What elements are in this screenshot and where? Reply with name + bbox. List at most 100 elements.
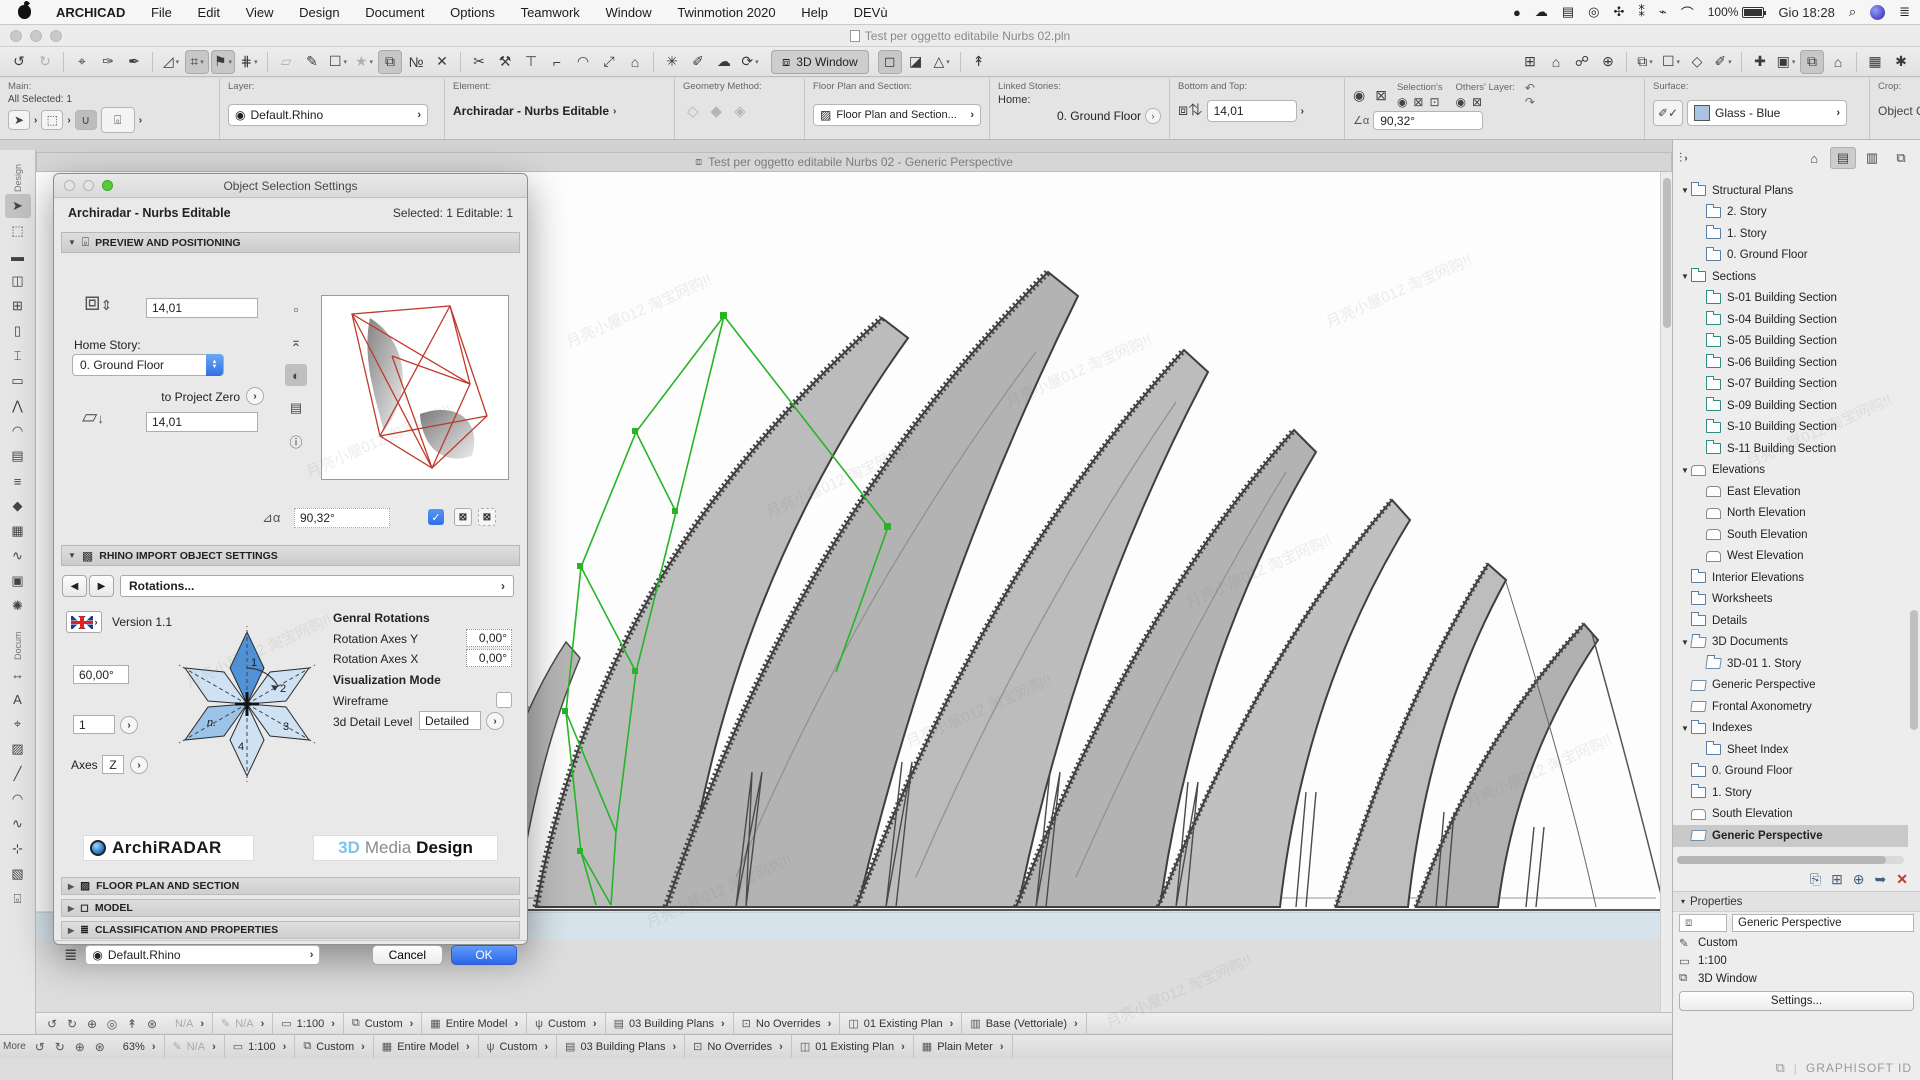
adjust-icon[interactable]: ⚒ [493, 50, 517, 74]
toolbox-group-document[interactable]: Docum [13, 620, 23, 660]
wifi-icon[interactable]: ⌒ [1681, 3, 1694, 22]
quick-option-segment[interactable]: ▤ 03 Building Plans [606, 1013, 734, 1034]
cloud-sync-icon[interactable]: ☁ [1535, 4, 1548, 20]
spotlight-icon[interactable]: ⌕ [1849, 4, 1856, 20]
cloud-copy-icon[interactable]: ☁ [712, 50, 736, 74]
navigator-tree-item[interactable]: South Elevation [1673, 524, 1908, 546]
guide-lines-icon[interactable]: ◿ [159, 50, 183, 74]
save-view-icon[interactable]: ➥ [1875, 871, 1887, 888]
groups-icon[interactable]: ⧉ [378, 50, 402, 74]
fill-tool-icon[interactable]: ▨ [5, 737, 31, 761]
rotation-y-field[interactable]: 0,00° [466, 629, 512, 647]
crop-value[interactable]: Object Crop... [1878, 104, 1920, 118]
dialog-angle-field[interactable]: 90,32° [294, 508, 390, 528]
inject-parameters-icon[interactable]: ✑ [96, 50, 120, 74]
snap-points-icon[interactable]: ⚑ [211, 50, 235, 74]
explode-icon[interactable]: ✳ [660, 50, 684, 74]
navigator-tree-item[interactable]: Sheet Index [1673, 739, 1908, 761]
layout-book-button[interactable]: ▥ [1859, 147, 1885, 169]
curtain-wall-tool-icon[interactable]: ▤ [5, 444, 31, 468]
menu-item[interactable]: Twinmotion 2020 [666, 5, 786, 20]
quick-option-segment[interactable]: ◫ 01 Existing Plan [840, 1013, 962, 1034]
language-flag-button[interactable]: › [66, 611, 102, 633]
menu-item[interactable]: Help [790, 5, 839, 20]
battery-indicator[interactable]: 100% [1708, 5, 1765, 19]
slab-tool-icon[interactable]: ▭ [5, 369, 31, 393]
home-icon[interactable]: ⌂ [623, 50, 647, 74]
windows-stack-icon[interactable]: ⧉ [1775, 1060, 1785, 1076]
screen-mirroring-icon[interactable]: ● [1513, 5, 1521, 20]
top-elevation-field[interactable]: 14,01 [146, 298, 258, 318]
duplicate-view-icon[interactable]: ⎘ [1810, 871, 1821, 888]
geometry-option-icon[interactable]: ◈ [734, 102, 746, 120]
home-story-select[interactable]: 0. Ground Floor ▲▼ [72, 354, 224, 376]
show-all-icon[interactable]: ⌂ [1826, 50, 1850, 74]
floorplan-display-dropdown[interactable]: ▨ Floor Plan and Section... › [813, 104, 981, 126]
navigator-tree-item[interactable]: 0. Ground Floor [1673, 761, 1908, 783]
fit-in-window-icon[interactable]: ⊛ [142, 1015, 162, 1033]
perspective-icon[interactable]: ◻ [878, 50, 902, 74]
marker-icon[interactable]: ⊕ [1596, 50, 1620, 74]
fit-in-window-icon[interactable]: ⊛ [90, 1038, 110, 1056]
undo-redo-icons[interactable]: ↶↷ [1525, 81, 1535, 109]
quick-option-segment[interactable]: ⧉ Custom [344, 1013, 422, 1034]
navigator-tree-item[interactable]: East Elevation [1673, 481, 1908, 503]
render-icon[interactable]: ▦ [1863, 50, 1887, 74]
shell-tool-icon[interactable]: ◠ [5, 419, 31, 443]
walk-mode-icon[interactable]: ↟ [967, 50, 991, 74]
rotations-page-dropdown[interactable]: Rotations...› [120, 575, 514, 597]
detail-level-chevron[interactable]: › [486, 712, 504, 730]
apple-menu-icon[interactable] [18, 5, 31, 19]
separator[interactable] [1626, 52, 1627, 72]
pen-set-row[interactable]: ✎ Custom [1673, 934, 1920, 952]
ungroup-icon[interactable]: ✕ [430, 50, 454, 74]
navigator-tree-item[interactable]: Worksheets [1673, 589, 1908, 611]
section-preview-positioning[interactable]: ▼ ⌻ PREVIEW AND POSITIONING [61, 232, 520, 253]
grid-snap-icon[interactable]: ⋕ [237, 50, 261, 74]
beam-tool-icon[interactable]: ⌶ [5, 344, 31, 368]
copy-picture-icon[interactable]: ⧉ [1800, 50, 1824, 74]
morph-icon[interactable]: ✐ [686, 50, 710, 74]
undo-icon[interactable]: ↺ [7, 50, 31, 74]
prev-page-button[interactable]: ◀ [62, 575, 87, 597]
quick-option-segment[interactable]: ▭ 1:100 [225, 1035, 296, 1058]
sector-count-field[interactable]: 1 [73, 715, 115, 734]
section-preview-icon[interactable]: ▤ [285, 397, 307, 419]
zoom-in-icon[interactable]: ⊕ [82, 1015, 102, 1033]
navigator-tree-item[interactable]: Indexes [1673, 718, 1908, 740]
add-picture-icon[interactable]: ⊞ [1831, 871, 1843, 888]
axes-field[interactable]: Z [102, 755, 124, 774]
navigator-tree-item[interactable]: Interior Elevations [1673, 567, 1908, 589]
layer-dropdown[interactable]: ◉ Default.Rhino › [228, 104, 428, 126]
zoom-forward-icon[interactable]: ↻ [50, 1038, 70, 1056]
split-icon[interactable]: ✂ [467, 50, 491, 74]
quick-option-segment[interactable]: ◫ 01 Existing Plan [792, 1035, 914, 1058]
spline-tool-icon[interactable]: ∿ [5, 812, 31, 836]
marquee-tool-button[interactable]: ⬚ [41, 110, 63, 130]
arrow-tool-button[interactable]: ➤ [8, 110, 30, 130]
more-button[interactable]: More [0, 1041, 30, 1052]
geometry-option-icon[interactable]: ◇ [687, 102, 699, 120]
line-tool-icon[interactable]: ╱ [5, 762, 31, 786]
filter-elements-icon[interactable]: ◇ [1685, 50, 1709, 74]
view-map-button[interactable]: ▤ [1830, 147, 1856, 169]
menu-item[interactable]: Document [354, 5, 435, 20]
hscrollbar-thumb[interactable] [1677, 856, 1886, 864]
properties-header[interactable]: ▾ Properties [1673, 892, 1920, 912]
text-tool-icon[interactable]: A [5, 687, 31, 711]
others-eye-lock-icons[interactable]: ◉⊠ [1456, 95, 1489, 109]
grid-element-icon[interactable]: ☍ [1570, 50, 1594, 74]
project-map-button[interactable]: ⌂ [1801, 147, 1827, 169]
object-preview[interactable] [321, 295, 509, 480]
object-default-button[interactable]: ⌻ [101, 107, 135, 133]
column-tool-icon[interactable]: ▯ [5, 319, 31, 343]
menubar-clock[interactable]: Gio 18:28 [1778, 5, 1834, 20]
mirror-y-button[interactable]: ⊠ [478, 508, 496, 526]
chevron-right-icon[interactable]: › [1145, 108, 1161, 124]
rotation-x-field[interactable]: 0,00° [466, 649, 512, 667]
dialog-titlebar[interactable]: Object Selection Settings [54, 174, 527, 198]
zoom-back-icon[interactable]: ↺ [30, 1038, 50, 1056]
navigator-tree-item[interactable]: S-11 Building Section [1673, 438, 1908, 460]
separator[interactable] [460, 52, 461, 72]
expand-arrow-icon[interactable] [1679, 186, 1691, 195]
